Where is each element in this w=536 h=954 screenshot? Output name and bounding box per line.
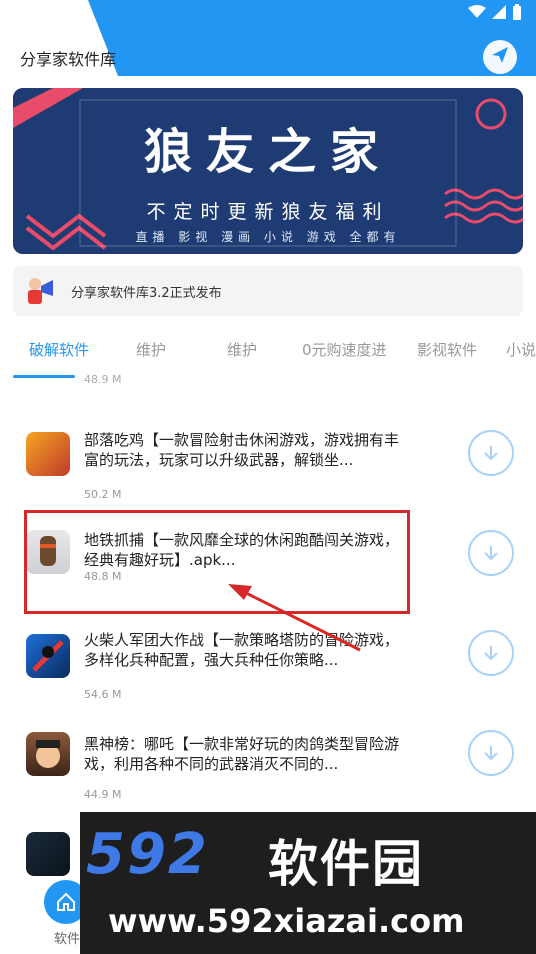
game-icon (26, 634, 70, 678)
site-watermark: 592 软件园 www.592xiazai.com (80, 812, 536, 954)
banner-title: 狼友之家 (143, 124, 392, 180)
game-icon (26, 432, 70, 476)
send-button[interactable] (483, 40, 517, 74)
tab-maintenance-1[interactable]: 维护 (136, 339, 166, 360)
wifi-icon (468, 5, 486, 19)
download-icon (484, 646, 498, 661)
announcement-bar[interactable]: 分享家软件库3.2正式发布 (13, 266, 523, 316)
home-icon (57, 892, 75, 911)
watermark-name: 软件园 (268, 835, 424, 893)
item-name: 部落吃鸡【一款冒险射击休闲游戏，游戏拥有丰富的玩法，玩家可以升级武器，解锁坐..… (84, 431, 400, 469)
tab-maintenance-2[interactable]: 维护 (227, 339, 257, 360)
download-icon (484, 446, 498, 461)
item-size: 48.9 M (84, 373, 122, 386)
megaphone-icon (25, 276, 55, 306)
banner-tags: 直播 影视 漫画 小说 游戏 全都有 (135, 230, 401, 244)
item-name: 火柴人军团大作战【一款策略塔防的冒险游戏，多样化兵种配置，强大兵种任你策略... (84, 631, 400, 669)
download-icon (484, 546, 498, 561)
home-label: 软件 (54, 932, 81, 947)
list-item[interactable]: 火柴人军团大作战【一款策略塔防的冒险游戏，多样化兵种配置，强大兵种任你策略...… (0, 620, 536, 728)
tab-video-software[interactable]: 影视软件 (417, 339, 477, 360)
send-icon (490, 45, 510, 69)
game-icon (26, 832, 70, 876)
download-button[interactable] (468, 430, 514, 476)
signal-icon (492, 5, 506, 19)
download-button[interactable] (468, 630, 514, 676)
app-title: 分享家软件库 (20, 50, 117, 69)
app-header: 分享家软件库 (0, 0, 536, 76)
active-tab-indicator (13, 375, 75, 378)
tab-cracked-software[interactable]: 破解软件 (29, 339, 89, 360)
watermark-logo: 592 (86, 822, 209, 887)
tab-novels[interactable]: 小说 (506, 339, 536, 360)
category-tabs: 破解软件 维护 维护 0元购速度进 影视软件 小说 (0, 330, 536, 378)
item-size: 54.6 M (84, 688, 122, 701)
battery-icon (512, 4, 522, 20)
download-button[interactable] (468, 730, 514, 776)
item-size: 44.9 M (84, 788, 122, 801)
game-icon (26, 732, 70, 776)
item-name: 黑神榜：哪吒【一款非常好玩的肉鸽类型冒险游戏，利用各种不同的武器消灭不同的... (84, 735, 400, 773)
watermark-url: www.592xiazai.com (108, 902, 465, 940)
highlight-box (24, 510, 410, 614)
tab-zero-purchase[interactable]: 0元购速度进 (302, 339, 387, 360)
download-button[interactable] (468, 530, 514, 576)
item-size: 50.2 M (84, 488, 122, 501)
announcement-text: 分享家软件库3.2正式发布 (71, 286, 222, 301)
download-icon (484, 746, 498, 761)
banner-subtitle: 不定时更新狼友福利 (146, 201, 390, 223)
status-bar (468, 4, 522, 20)
